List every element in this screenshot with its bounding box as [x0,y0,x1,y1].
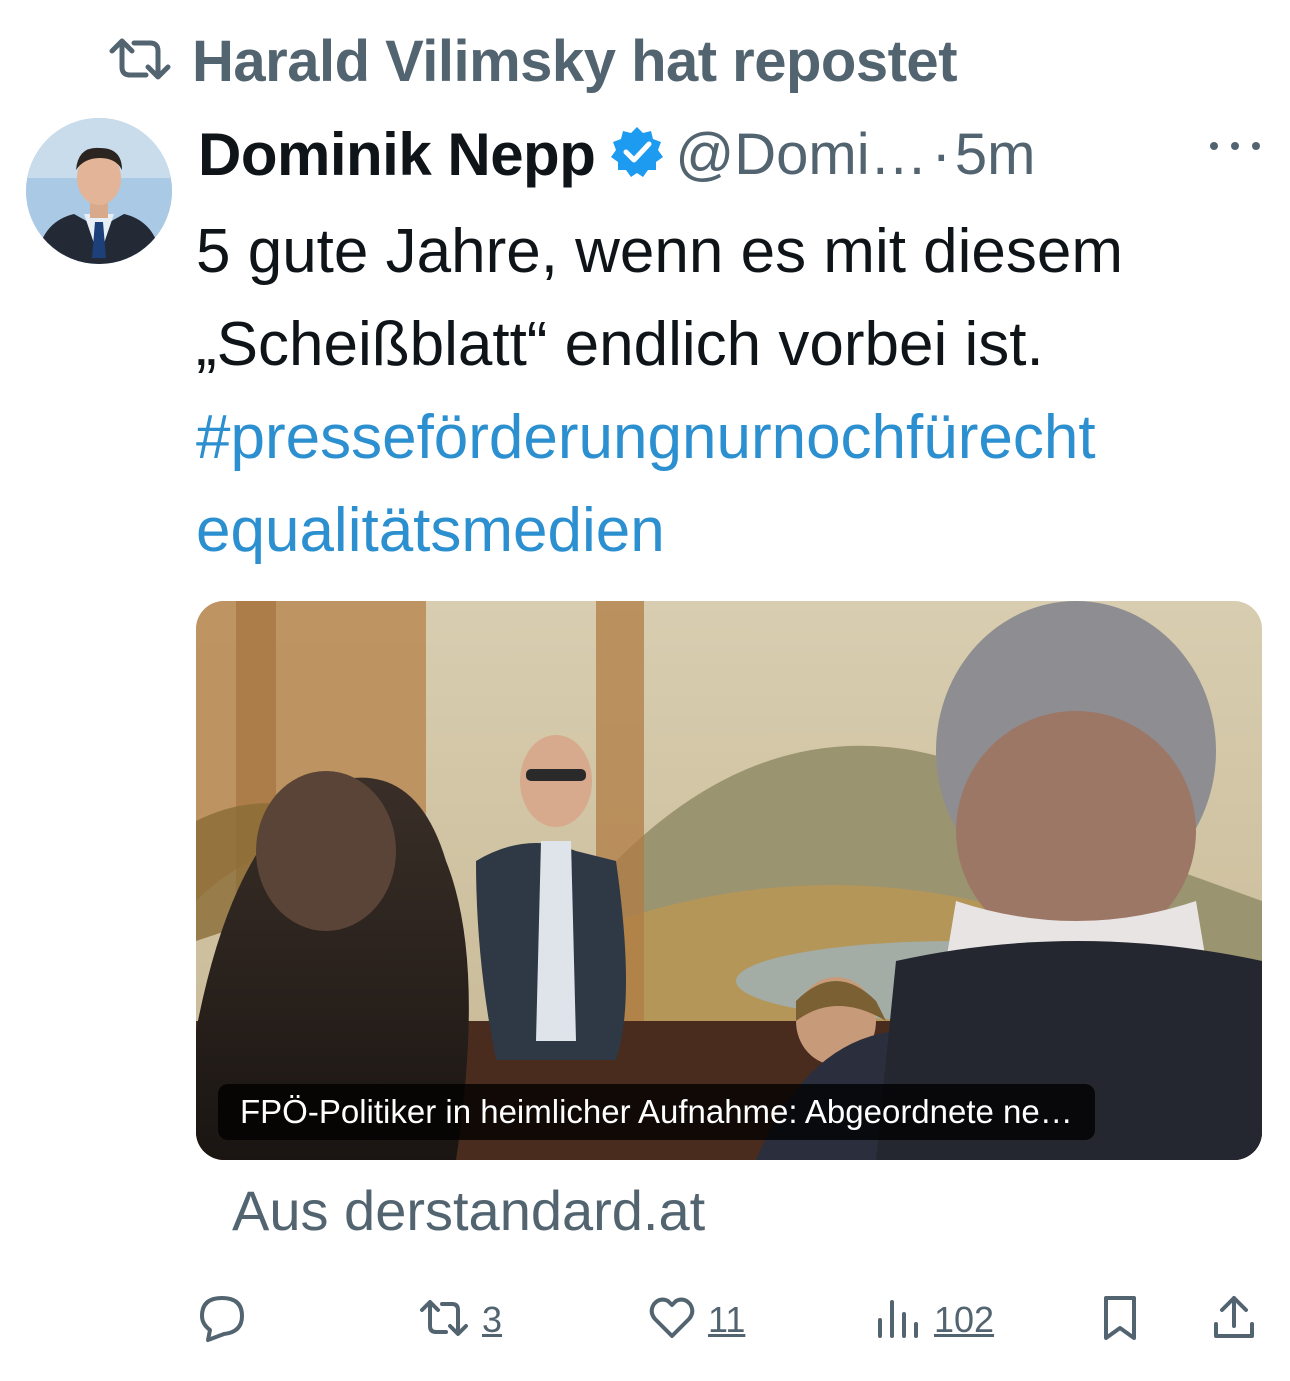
separator-dot: · [931,121,951,187]
heart-icon [646,1292,698,1349]
post-text: 5 gute Jahre, wenn es mit diesem „Scheiß… [196,205,1271,577]
repost-indicator: Harald Vilimsky hat repostet [106,26,958,96]
hashtag-line[interactable]: equalitätsmedien [196,484,1271,577]
reply-button[interactable] [196,1285,248,1355]
hashtag-link[interactable]: #presseförderungnurnochfürecht equalität… [196,391,1271,577]
post-time[interactable]: 5m [955,121,1036,188]
post-text-line: 5 gute Jahre, wenn es mit diesem [196,217,1124,286]
like-button[interactable]: 11 [646,1285,745,1355]
share-icon [1208,1292,1260,1349]
author-handle[interactable]: @Domi… [675,121,927,188]
share-button[interactable] [1208,1285,1260,1355]
repost-icon [106,37,174,86]
repost-count: 3 [482,1299,503,1340]
link-card[interactable]: FPÖ-Politiker in heimlicher Aufnahme: Ab… [196,601,1262,1160]
repost-label[interactable]: Harald Vilimsky hat repostet [192,28,958,95]
hashtag-line[interactable]: #presseförderungnurnochfürecht [196,391,1271,484]
like-count: 11 [708,1299,746,1340]
card-image [196,601,1262,1160]
bookmark-button[interactable] [1094,1285,1146,1355]
views-icon [872,1292,924,1349]
repost-icon [416,1292,472,1349]
post-header: Dominik Nepp @Domi… · 5m [198,116,1036,192]
views-count: 102 [934,1299,995,1340]
views-button[interactable]: 102 [872,1285,994,1355]
avatar[interactable] [26,118,172,264]
card-caption: FPÖ-Politiker in heimlicher Aufnahme: Ab… [218,1084,1095,1140]
card-source[interactable]: Aus derstandard.at [232,1178,705,1243]
author-name[interactable]: Dominik Nepp [198,120,596,189]
bookmark-icon [1094,1292,1146,1349]
verified-badge-icon [595,124,675,185]
more-options-icon[interactable] [1210,126,1260,166]
repost-button[interactable]: 3 [416,1285,502,1355]
post-text-line: „Scheißblatt“ endlich vorbei ist. [196,310,1044,379]
action-bar: 3 11 102 [0,1285,1290,1355]
reply-icon [196,1292,248,1349]
